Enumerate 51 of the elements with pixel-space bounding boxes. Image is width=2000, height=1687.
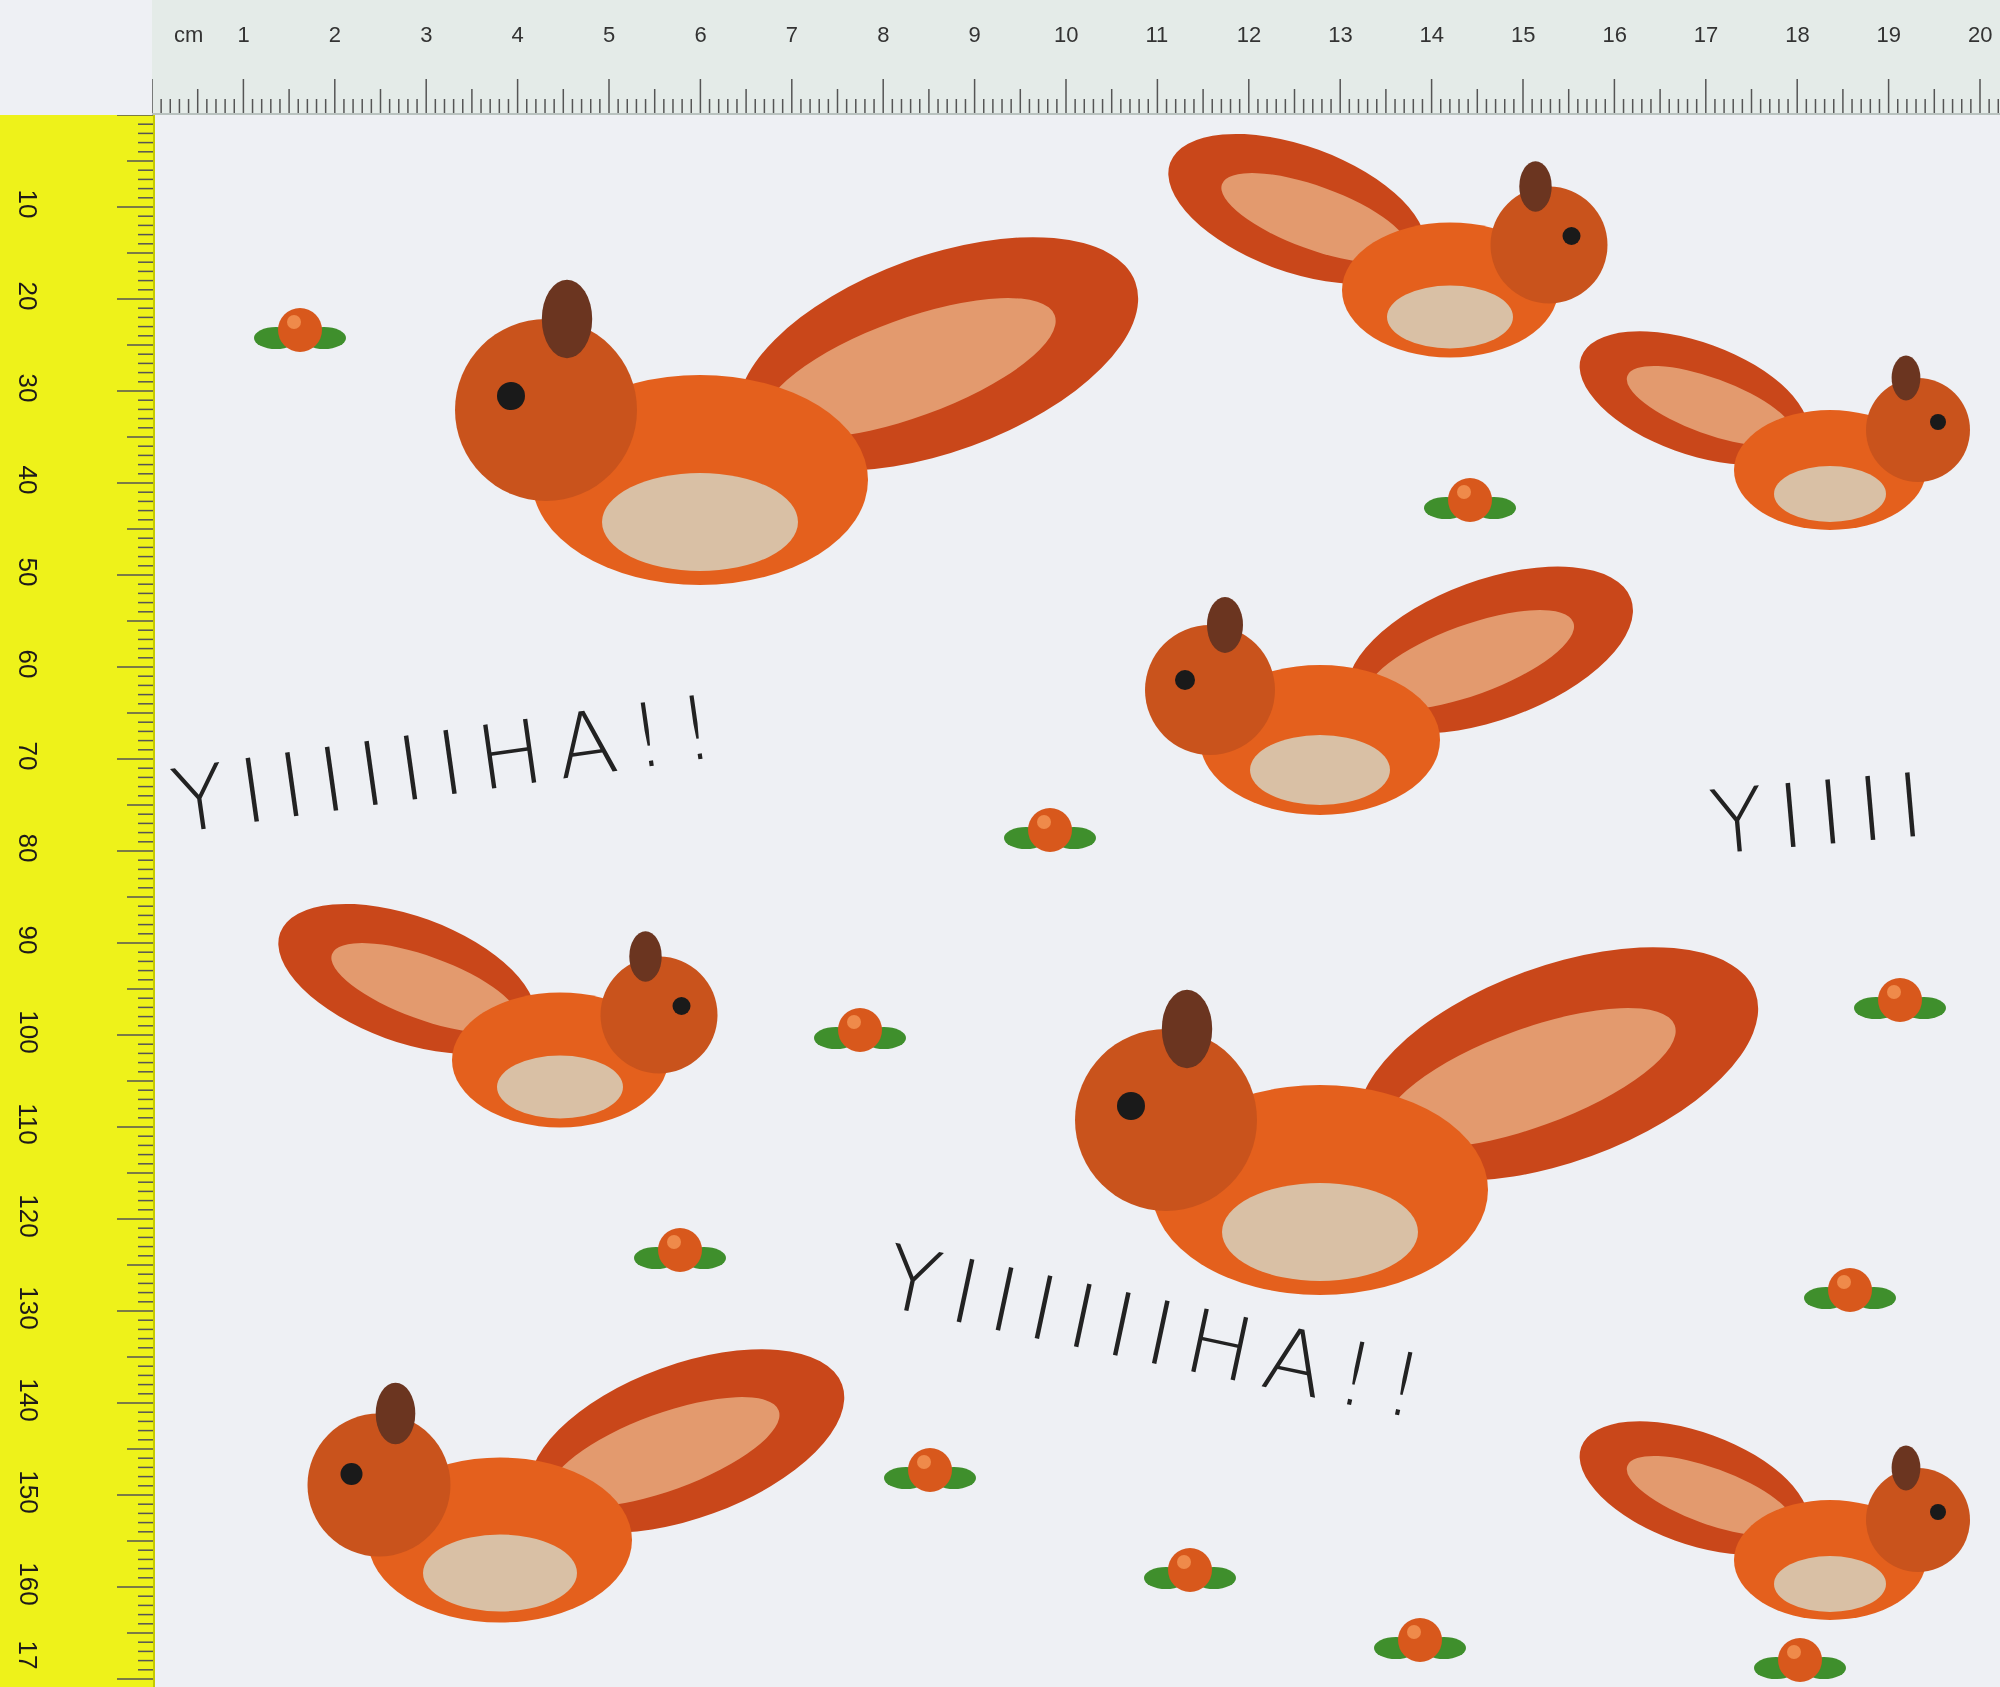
- ruler-number: 16: [1602, 24, 1627, 46]
- ruler-number: 18: [1785, 24, 1810, 46]
- ruler-number: 6: [694, 24, 707, 46]
- ruler-number: 80: [15, 833, 42, 863]
- ruler-number: 20: [15, 281, 42, 311]
- ruler-number: 8: [877, 24, 890, 46]
- hazelnut-icon: [1754, 1638, 1846, 1682]
- ruler-number: 19: [1876, 24, 1902, 46]
- ruler-number: 11: [1145, 24, 1169, 46]
- ruler-number: 10: [1054, 24, 1079, 46]
- ruler-number: 4: [511, 24, 524, 46]
- ruler-number: 110: [14, 1103, 41, 1145]
- ruler-number: 17: [1693, 24, 1719, 46]
- ruler-number: 70: [15, 741, 42, 771]
- hazelnut-icon: [1424, 478, 1516, 522]
- hazelnut-icon: [1854, 978, 1946, 1022]
- ruler-number: 7: [785, 24, 799, 46]
- ruler-number: 2: [328, 24, 342, 46]
- hazelnut-icon: [1804, 1268, 1896, 1312]
- ruler-number: 14: [1419, 24, 1445, 46]
- ruler-number: 30: [15, 373, 42, 403]
- slogan-text: YIIII: [1706, 760, 1941, 868]
- slogan-text: YIIIIIIHA!!: [166, 681, 734, 847]
- ruler-number: 50: [15, 557, 42, 587]
- ruler-number: 140: [15, 1378, 42, 1422]
- ruler-number: 5: [603, 24, 616, 46]
- ruler-number: 10: [15, 189, 42, 219]
- hazelnut-icon: [1144, 1548, 1236, 1592]
- hazelnut-icon: [884, 1448, 976, 1492]
- ruler-number: 90: [15, 925, 42, 955]
- hazelnut-icon: [254, 308, 346, 352]
- ruler-number: 1: [237, 24, 250, 46]
- ruler-number: 160: [15, 1562, 42, 1606]
- hazelnut-icon: [814, 1008, 906, 1052]
- ruler-number: 20: [1968, 24, 1993, 46]
- ruler-number: 40: [15, 465, 42, 495]
- ruler-number: 17: [15, 1640, 42, 1670]
- hazelnut-icon: [1374, 1618, 1466, 1662]
- unit-label: cm: [174, 24, 204, 46]
- hazelnut-icon: [1004, 808, 1096, 852]
- ruler-number: 150: [15, 1470, 42, 1514]
- ruler-number: 15: [1511, 24, 1536, 46]
- ruler-number: 100: [15, 1010, 42, 1054]
- ruler-number: 120: [15, 1194, 42, 1238]
- ruler-number: 12: [1236, 24, 1262, 46]
- ruler-number: 9: [968, 24, 981, 46]
- ruler-number: 130: [15, 1286, 42, 1330]
- hazelnut-icon: [634, 1228, 726, 1272]
- ruler-number: 13: [1328, 24, 1353, 46]
- ruler-number: 3: [420, 24, 433, 46]
- ruler-number: 60: [15, 649, 42, 679]
